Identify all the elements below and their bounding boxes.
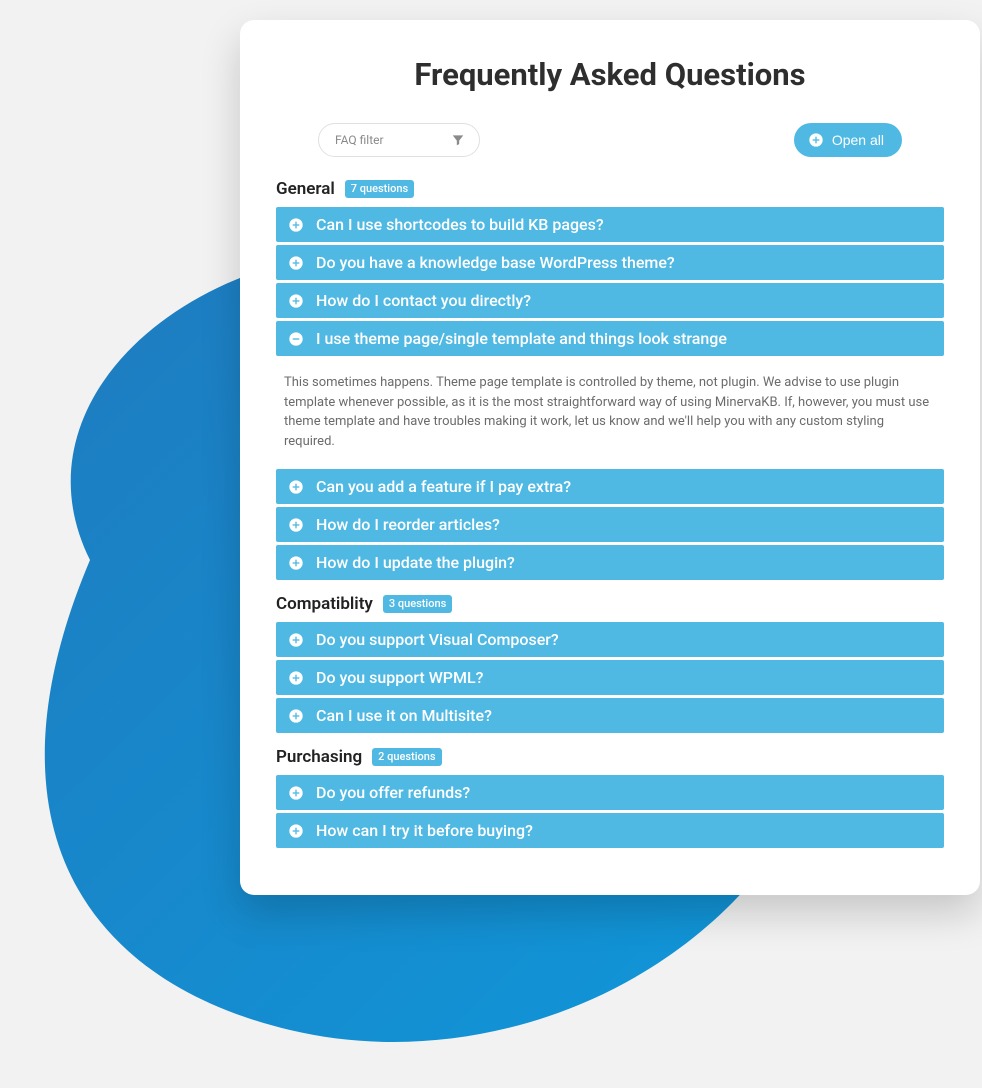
plus-circle-icon — [288, 785, 304, 801]
faq-question: How can I try it before buying? — [316, 821, 533, 840]
faq-item[interactable]: I use theme page/single template and thi… — [276, 321, 944, 356]
faq-question: How do I contact you directly? — [316, 291, 531, 310]
faq-item[interactable]: How do I contact you directly? — [276, 283, 944, 318]
faq-item[interactable]: How can I try it before buying? — [276, 813, 944, 848]
plus-circle-icon — [288, 708, 304, 724]
section-title: Compatiblity — [276, 594, 373, 614]
section-badge: 3 questions — [383, 595, 452, 613]
plus-circle-icon — [288, 255, 304, 271]
toolbar: FAQ filter Open all — [318, 123, 902, 157]
section-title: General — [276, 179, 335, 199]
section-badge: 7 questions — [345, 180, 414, 198]
faq-question: Do you support WPML? — [316, 668, 483, 687]
faq-answer: This sometimes happens. Theme page templ… — [276, 359, 944, 469]
faq-card: Frequently Asked Questions FAQ filter Op… — [240, 20, 980, 895]
section-title: Purchasing — [276, 747, 362, 767]
plus-circle-icon — [288, 632, 304, 648]
faq-item[interactable]: Can you add a feature if I pay extra? — [276, 469, 944, 504]
faq-item[interactable]: Do you have a knowledge base WordPress t… — [276, 245, 944, 280]
faq-question: Can you add a feature if I pay extra? — [316, 477, 571, 496]
open-all-button[interactable]: Open all — [794, 123, 902, 157]
plus-circle-icon — [288, 823, 304, 839]
plus-circle-icon — [288, 670, 304, 686]
section-header: General 7 questions — [276, 179, 944, 199]
faq-filter-label: FAQ filter — [335, 133, 384, 147]
faq-question: Do you offer refunds? — [316, 783, 470, 802]
section-header: Compatiblity 3 questions — [276, 594, 944, 614]
section-header: Purchasing 2 questions — [276, 747, 944, 767]
faq-question: How do I reorder articles? — [316, 515, 500, 534]
plus-circle-icon — [288, 217, 304, 233]
faq-item[interactable]: Do you support Visual Composer? — [276, 622, 944, 657]
faq-question: Do you have a knowledge base WordPress t… — [316, 253, 675, 272]
open-all-label: Open all — [832, 132, 884, 148]
faq-question: Can I use it on Multisite? — [316, 706, 492, 725]
faq-sections: General 7 questions Can I use shortcodes t… — [276, 179, 944, 848]
faq-item[interactable]: How do I reorder articles? — [276, 507, 944, 542]
faq-question: I use theme page/single template and thi… — [316, 329, 727, 348]
plus-circle-icon — [288, 517, 304, 533]
faq-question: Do you support Visual Composer? — [316, 630, 559, 649]
minus-circle-icon — [288, 331, 304, 347]
plus-circle-icon — [288, 293, 304, 309]
filter-icon — [451, 133, 465, 147]
faq-item[interactable]: Can I use it on Multisite? — [276, 698, 944, 733]
faq-question: How do I update the plugin? — [316, 553, 515, 572]
faq-item[interactable]: How do I update the plugin? — [276, 545, 944, 580]
faq-item[interactable]: Do you support WPML? — [276, 660, 944, 695]
faq-item[interactable]: Do you offer refunds? — [276, 775, 944, 810]
plus-circle-icon — [808, 132, 824, 148]
section-badge: 2 questions — [372, 748, 441, 766]
page-title: Frequently Asked Questions — [276, 56, 944, 93]
faq-item[interactable]: Can I use shortcodes to build KB pages? — [276, 207, 944, 242]
plus-circle-icon — [288, 555, 304, 571]
faq-question: Can I use shortcodes to build KB pages? — [316, 215, 604, 234]
faq-filter[interactable]: FAQ filter — [318, 123, 480, 157]
plus-circle-icon — [288, 479, 304, 495]
